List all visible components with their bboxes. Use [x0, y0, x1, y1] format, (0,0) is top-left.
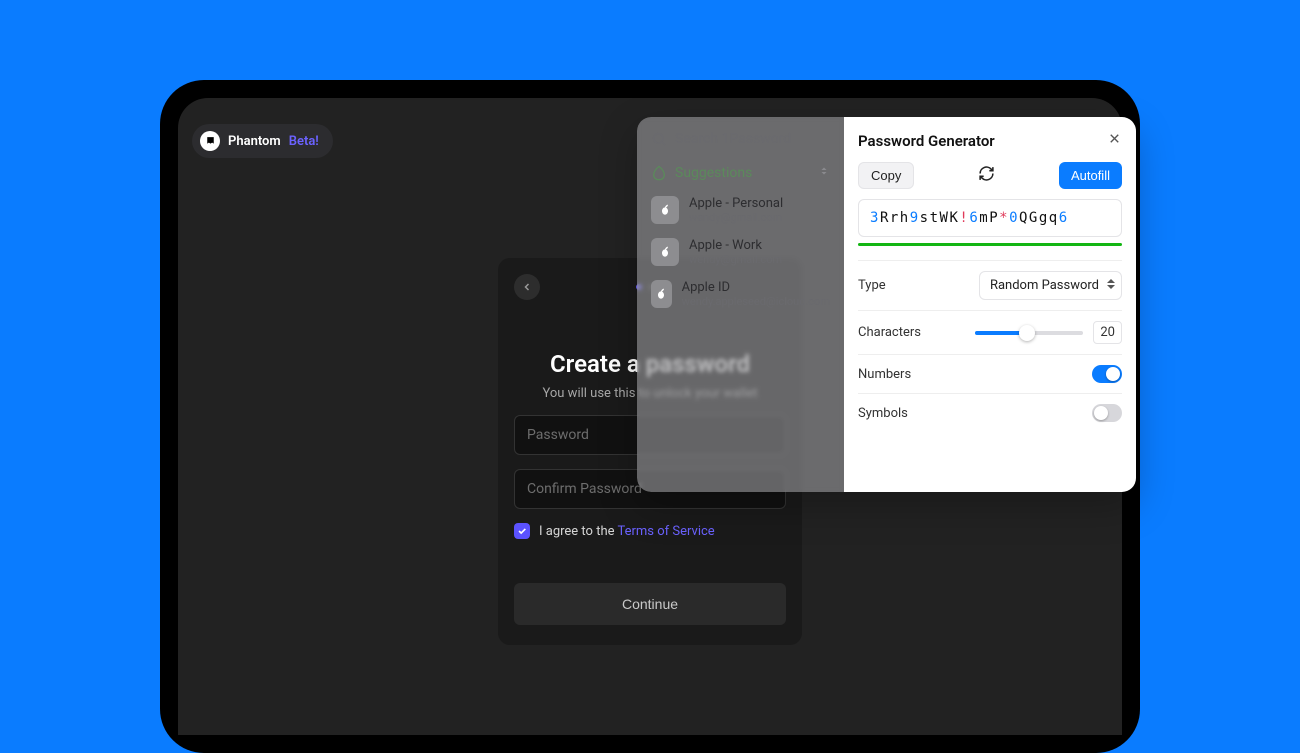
search-row[interactable]: Search 1Password: [637, 127, 844, 157]
suggestions-header[interactable]: Suggestions: [637, 157, 844, 189]
search-icon: [651, 131, 667, 147]
onepassword-popup: Search 1Password Suggestions Apple - Per…: [637, 117, 1136, 492]
characters-slider[interactable]: [975, 331, 1083, 335]
apple-icon: [651, 280, 672, 308]
suggestion-title: Apple ID: [682, 280, 830, 295]
slider-thumb[interactable]: [1019, 325, 1035, 341]
suggestion-email: wendy.appleseed@icloud.com: [682, 295, 830, 308]
search-placeholder: Search 1Password: [675, 131, 791, 147]
copy-label: Copy: [871, 168, 901, 183]
back-button[interactable]: [514, 274, 540, 300]
generated-password-display[interactable]: 3Rrh9stWK!6mP*0QGgq6: [858, 199, 1122, 237]
refresh-icon: [978, 165, 995, 182]
suggestion-item[interactable]: Apple - Workwendy@gmail.com: [637, 231, 844, 273]
characters-value[interactable]: 20: [1093, 321, 1122, 344]
suggestion-email: wendy@gmail.com: [689, 211, 783, 224]
suggestions-label: Suggestions: [675, 165, 752, 181]
autofill-button[interactable]: Autofill: [1059, 162, 1122, 189]
type-label: Type: [858, 278, 886, 293]
confirm-password-placeholder: Confirm Password: [527, 481, 642, 497]
symbols-label: Symbols: [858, 406, 908, 421]
autofill-label: Autofill: [1071, 168, 1110, 183]
close-button[interactable]: [1107, 131, 1122, 150]
suggestion-item[interactable]: Apple IDwendy.appleseed@icloud.com: [637, 273, 844, 315]
app-name: Phantom: [228, 134, 281, 149]
characters-label: Characters: [858, 325, 921, 340]
numbers-toggle[interactable]: [1092, 365, 1122, 383]
apple-icon: [651, 196, 679, 224]
phantom-logo-icon: [200, 131, 220, 151]
type-select[interactable]: Random Password: [979, 271, 1122, 300]
password-strength-bar: [858, 243, 1122, 246]
apple-icon: [651, 238, 679, 266]
app-beta-tag: Beta!: [289, 134, 319, 149]
leaf-icon: [651, 165, 667, 181]
password-placeholder: Password: [527, 427, 589, 443]
tos-link[interactable]: Terms of Service: [617, 524, 714, 539]
close-icon: [1107, 131, 1122, 146]
generator-title: Password Generator: [858, 132, 995, 150]
suggestion-email: wendy@gmail.com: [689, 253, 782, 266]
password-generator-panel: Password Generator Copy Autofill 3Rrh9st…: [844, 117, 1136, 492]
suggestion-item[interactable]: Apple - Personalwendy@gmail.com: [637, 189, 844, 231]
suggestion-title: Apple - Personal: [689, 196, 783, 211]
terms-row: I agree to the Terms of Service: [514, 523, 786, 539]
sort-icon[interactable]: [818, 165, 830, 181]
refresh-button[interactable]: [978, 165, 995, 186]
suggestions-panel: Search 1Password Suggestions Apple - Per…: [637, 117, 844, 492]
continue-button[interactable]: Continue: [514, 583, 786, 625]
app-header-pill: Phantom Beta!: [192, 124, 333, 158]
terms-checkbox[interactable]: [514, 523, 530, 539]
terms-prefix: I agree to the: [539, 524, 617, 539]
numbers-label: Numbers: [858, 367, 911, 382]
suggestion-title: Apple - Work: [689, 238, 782, 253]
type-value: Random Password: [990, 278, 1099, 293]
copy-button[interactable]: Copy: [858, 162, 914, 189]
continue-label: Continue: [622, 596, 678, 612]
symbols-toggle[interactable]: [1092, 404, 1122, 422]
